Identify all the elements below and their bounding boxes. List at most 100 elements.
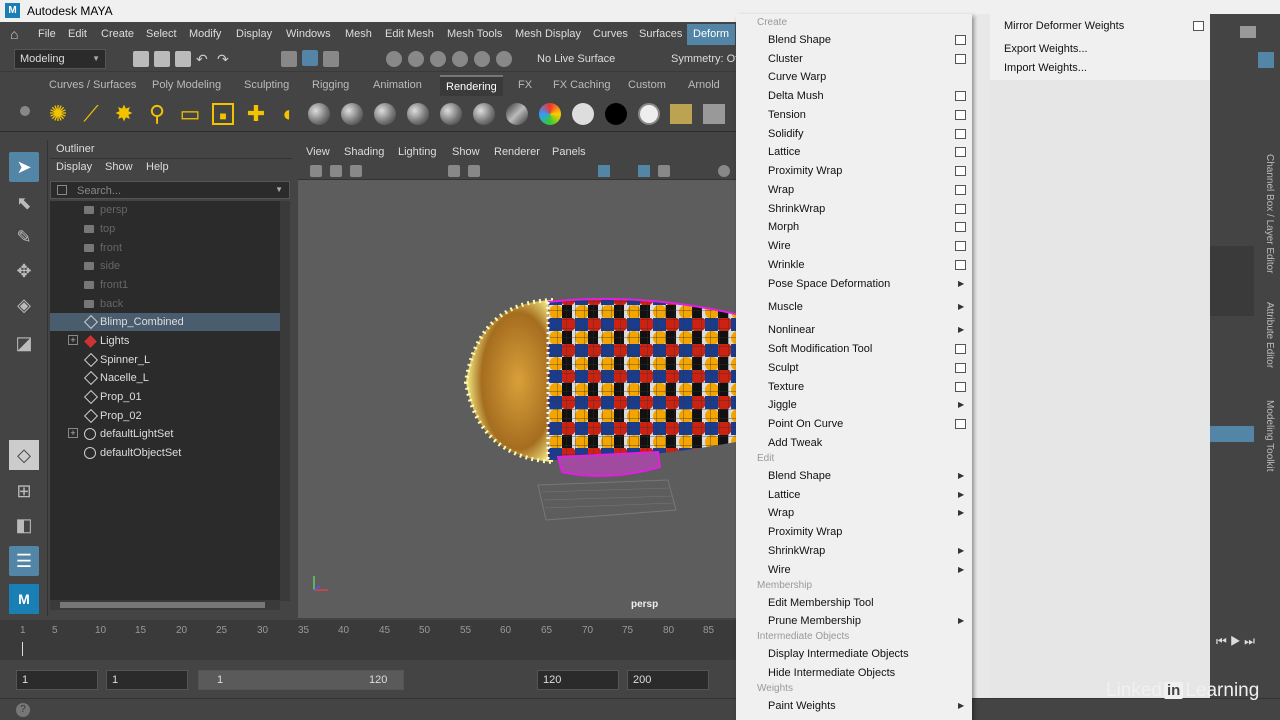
bookmark-icon[interactable] [350, 165, 362, 177]
snap-pivot-icon[interactable] [496, 51, 512, 67]
striped-material-icon[interactable] [506, 103, 528, 125]
new-scene-icon[interactable] [133, 51, 149, 67]
shelf-tab-poly-modeling[interactable]: Poly Modeling [152, 79, 221, 91]
outliner-horizontal-scrollbar[interactable] [50, 600, 280, 610]
current-frame-marker[interactable] [22, 642, 23, 656]
menu-item-jiggle[interactable]: Jiggle [768, 399, 797, 411]
animation-start-field[interactable]: 1 [16, 670, 98, 690]
layer-selected-row[interactable] [1210, 426, 1254, 442]
menu-item-prune-membership[interactable]: Prune Membership [768, 615, 861, 627]
menu-curves[interactable]: Curves [593, 28, 628, 40]
channel-box-area[interactable] [1210, 246, 1254, 316]
paint-select-tool-icon[interactable]: ✎ [9, 222, 39, 252]
camera-attributes-icon[interactable] [330, 165, 342, 177]
snap-point-icon[interactable] [430, 51, 446, 67]
option-box-icon[interactable] [955, 129, 966, 139]
outliner-item-back[interactable]: back [50, 295, 280, 313]
outliner-menu-display[interactable]: Display [56, 161, 92, 173]
viewport-menu-panels[interactable]: Panels [552, 146, 586, 158]
maya-home-icon[interactable]: M [9, 584, 39, 614]
option-box-icon[interactable] [955, 147, 966, 157]
option-box-icon[interactable] [955, 110, 966, 120]
mode-selector[interactable]: Modeling ▼ [14, 49, 106, 69]
viewport-menu-lighting[interactable]: Lighting [398, 146, 437, 158]
material-sphere-5-icon[interactable] [440, 103, 462, 125]
time-slider[interactable]: 1 5 10 15 20 25 30 35 40 45 50 55 60 65 … [0, 620, 736, 660]
submenu-mirror-deformer-weights[interactable]: Mirror Deformer Weights [1004, 20, 1124, 32]
menu-item-edit-blend-shape[interactable]: Blend Shape [768, 470, 831, 482]
expand-icon[interactable]: + [68, 335, 78, 345]
snap-curve-icon[interactable] [408, 51, 424, 67]
menu-item-add-tweak[interactable]: Add Tweak [768, 437, 822, 449]
panel-dropdown-icon[interactable] [1240, 26, 1256, 38]
select-tool-icon[interactable]: ➤ [9, 152, 39, 182]
color-material-icon[interactable] [539, 103, 561, 125]
outliner-layout-icon[interactable]: ☰ [9, 546, 39, 576]
option-box-icon[interactable] [955, 204, 966, 214]
option-box-icon[interactable] [955, 344, 966, 354]
shelf-tab-custom[interactable]: Custom [628, 79, 666, 91]
menu-surfaces[interactable]: Surfaces [639, 28, 682, 40]
expand-icon[interactable]: + [68, 428, 78, 438]
menu-deform[interactable]: Deform [687, 24, 736, 45]
home-icon[interactable]: ⌂ [10, 26, 26, 42]
tab-modeling-toolkit[interactable]: Modeling Toolkit [1261, 400, 1275, 472]
menu-item-pose-space-deformation[interactable]: Pose Space Deformation [768, 278, 890, 290]
tab-attribute-editor[interactable]: Attribute Editor [1261, 302, 1275, 368]
material-sphere-4-icon[interactable] [407, 103, 429, 125]
snap-surface-icon[interactable] [474, 51, 490, 67]
menu-item-paint-weights[interactable]: Paint Weights [768, 700, 836, 712]
material-sphere-3-icon[interactable] [374, 103, 396, 125]
scrollbar-thumb[interactable] [60, 602, 265, 608]
option-box-icon[interactable] [955, 241, 966, 251]
camera-select-icon[interactable] [310, 165, 322, 177]
smooth-shade-icon[interactable] [598, 165, 610, 177]
menu-item-delta-mush[interactable]: Delta Mush [768, 90, 824, 102]
viewport-menu-shading[interactable]: Shading [344, 146, 384, 158]
viewport-menu-renderer[interactable]: Renderer [494, 146, 540, 158]
render-settings-icon[interactable] [670, 104, 692, 124]
shelf-tab-animation[interactable]: Animation [373, 79, 422, 91]
menu-item-hide-intermediate-objects[interactable]: Hide Intermediate Objects [768, 667, 895, 679]
shelf-tab-fx-caching[interactable]: FX Caching [553, 79, 610, 91]
menu-mesh-display[interactable]: Mesh Display [515, 28, 581, 40]
menu-file[interactable]: File [38, 28, 56, 40]
menu-item-edit-shrinkwrap[interactable]: ShrinkWrap [768, 545, 825, 557]
material-sphere-1-icon[interactable] [308, 103, 330, 125]
outliner-item-nacelle-l[interactable]: Nacelle_L [50, 369, 280, 387]
menu-windows[interactable]: Windows [286, 28, 331, 40]
menu-item-solidify[interactable]: Solidify [768, 128, 803, 140]
menu-item-lattice[interactable]: Lattice [768, 146, 800, 158]
menu-item-shrinkwrap[interactable]: ShrinkWrap [768, 203, 825, 215]
help-icon[interactable]: ? [16, 703, 30, 717]
outliner-search-input[interactable]: Search... ▼ [50, 181, 290, 199]
outliner-item-front[interactable]: front [50, 239, 280, 257]
option-box-icon[interactable] [955, 166, 966, 176]
outliner-item-lights[interactable]: + Lights [50, 332, 280, 350]
area-light-icon[interactable]: ▭ [179, 103, 201, 125]
material-sphere-2-icon[interactable] [341, 103, 363, 125]
viewport-menu-view[interactable]: View [306, 146, 330, 158]
outliner-item-default-object-set[interactable]: defaultObjectSet [50, 444, 280, 462]
option-box-icon[interactable] [955, 91, 966, 101]
menu-item-sculpt[interactable]: Sculpt [768, 362, 799, 374]
menu-item-wrinkle[interactable]: Wrinkle [768, 259, 804, 271]
menu-item-tension[interactable]: Tension [768, 109, 806, 121]
menu-item-proximity-wrap[interactable]: Proximity Wrap [768, 165, 842, 177]
viewport-menu-show[interactable]: Show [452, 146, 480, 158]
grid-toggle-icon[interactable] [448, 165, 460, 177]
white-material-icon[interactable] [572, 103, 594, 125]
menu-edit-mesh[interactable]: Edit Mesh [385, 28, 434, 40]
shelf-tab-curves-surfaces[interactable]: Curves / Surfaces [49, 79, 136, 91]
menu-edit[interactable]: Edit [68, 28, 87, 40]
option-box-icon[interactable] [955, 363, 966, 373]
shelf-tab-arnold[interactable]: Arnold [688, 79, 720, 91]
menu-item-edit-proximity-wrap[interactable]: Proximity Wrap [768, 526, 842, 538]
menu-item-morph[interactable]: Morph [768, 221, 799, 233]
viewport-panel[interactable]: View Shading Lighting Show Renderer Pane… [298, 142, 736, 618]
outliner-item-spinner-l[interactable]: Spinner_L [50, 351, 280, 369]
snap-grid-icon[interactable] [386, 51, 402, 67]
option-box-icon[interactable] [955, 54, 966, 64]
option-box-icon[interactable] [955, 260, 966, 270]
select-object-icon[interactable] [302, 50, 318, 66]
